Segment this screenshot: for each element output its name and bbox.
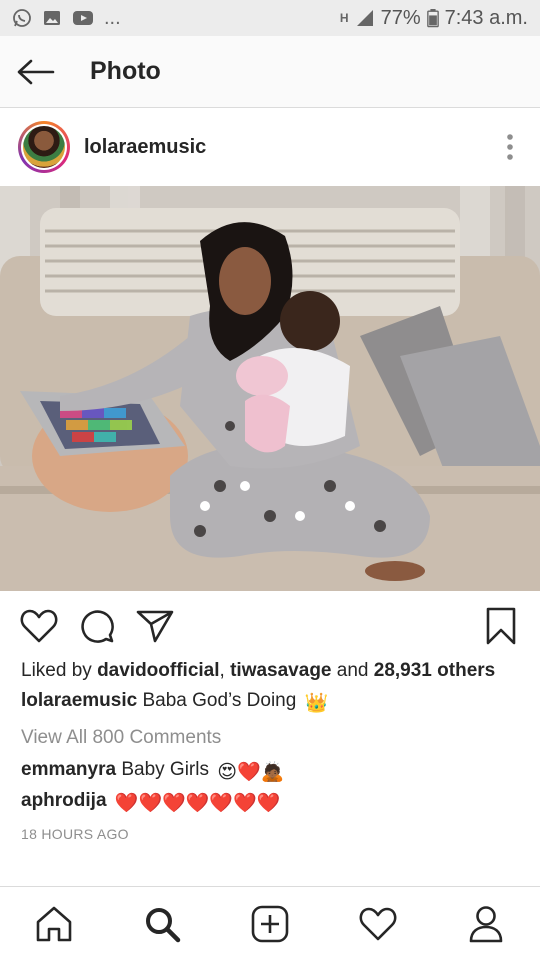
comment-item: emmanyra Baby Girls 😍❤️🙇🏾 [21, 759, 284, 784]
page-title: Photo [90, 57, 161, 85]
search-icon [146, 907, 181, 942]
more-notifications: ... [104, 6, 121, 29]
youtube-icon [73, 11, 93, 25]
likes-others[interactable]: 28,931 others [374, 660, 495, 681]
avatar[interactable] [18, 121, 70, 173]
app-header: Photo [0, 36, 540, 108]
nav-home[interactable] [24, 894, 84, 954]
home-icon [36, 906, 72, 941]
comment-bubble-icon [81, 610, 114, 643]
heart-icon [20, 609, 58, 643]
comment-item: aphrodija ❤️❤️❤️❤️❤️❤️❤️ [21, 790, 280, 815]
whatsapp-icon [13, 9, 31, 27]
post-header: lolaraemusic [0, 108, 540, 186]
likes-prefix: Liked by [21, 660, 92, 681]
activity-heart-icon [359, 907, 397, 940]
likes-summary[interactable]: Liked by davidoofficial, tiwasavage and … [21, 660, 495, 682]
caption-text: Baba God’s Doing [142, 690, 297, 711]
liker-2[interactable]: tiwasavage [230, 660, 331, 681]
clock: 7:43 a.m. [444, 6, 528, 29]
post-username[interactable]: lolaraemusic [84, 136, 206, 159]
nav-search[interactable] [132, 894, 192, 954]
bookmark-icon [486, 607, 516, 645]
share-button[interactable] [132, 603, 178, 649]
photo-illustration [0, 186, 540, 591]
back-arrow-icon [17, 59, 55, 84]
battery-percent: 77% [380, 6, 421, 29]
like-button[interactable] [16, 603, 62, 649]
comment-emoji: ❤️❤️❤️❤️❤️❤️❤️ [114, 793, 281, 814]
add-post-icon [251, 905, 289, 942]
save-button[interactable] [478, 603, 524, 649]
gallery-icon [44, 11, 60, 25]
caption-username[interactable]: lolaraemusic [21, 690, 137, 711]
nav-profile[interactable] [456, 894, 516, 954]
comment-emoji: 😍❤️🙇🏾 [217, 762, 285, 783]
comment-username[interactable]: emmanyra [21, 759, 116, 780]
comment-username[interactable]: aphrodija [21, 790, 107, 811]
comment-text: Baby Girls [121, 759, 209, 780]
liker-1[interactable]: davidoofficial [97, 660, 219, 681]
post-actions [0, 598, 540, 654]
nav-add-post[interactable] [240, 894, 300, 954]
comment-button[interactable] [74, 603, 120, 649]
post-photo[interactable] [0, 186, 540, 591]
status-bar: ... H 77% 7:43 a.m. [0, 0, 540, 36]
more-vertical-icon [507, 134, 513, 160]
battery-icon [426, 9, 439, 28]
crown-emoji: 👑 [304, 693, 329, 714]
paper-plane-icon [136, 610, 174, 643]
post-caption: lolaraemusic Baba God’s Doing 👑 [21, 690, 328, 715]
network-type: H [339, 11, 349, 25]
bottom-navigation [0, 886, 540, 960]
view-all-comments-link[interactable]: View All 800 Comments [21, 727, 221, 749]
nav-activity[interactable] [348, 894, 408, 954]
post-timestamp: 18 HOURS AGO [21, 826, 129, 842]
back-button[interactable] [0, 36, 72, 108]
signal-icon [356, 10, 373, 26]
likes-and: and [336, 660, 369, 681]
profile-icon [469, 905, 503, 942]
post-options-button[interactable] [480, 117, 540, 177]
